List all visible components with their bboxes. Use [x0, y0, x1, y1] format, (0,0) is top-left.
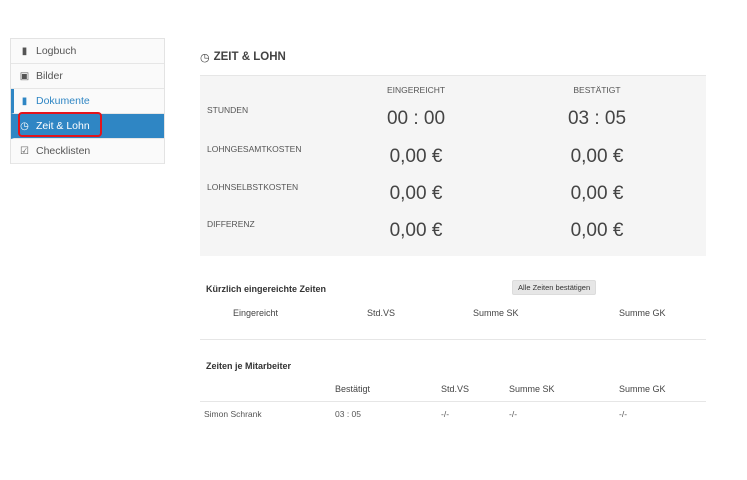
value-differenz-confirmed: 0,00 € — [570, 220, 624, 241]
value-lohngesamtkosten-confirmed: 0,00 € — [570, 146, 624, 167]
sidebar-item-label: Checklisten — [36, 145, 91, 157]
sidebar-item-label: Bilder — [36, 70, 63, 82]
sidebar-item-label: Zeit & Lohn — [36, 120, 90, 132]
employee-std-vs: -/- — [441, 409, 450, 419]
value-stunden-confirmed: 03 : 05 — [567, 108, 627, 129]
value-stunden-submitted: 00 : 00 — [386, 108, 446, 129]
sidebar-item-logbuch[interactable]: ▮ Logbuch — [11, 39, 164, 64]
sidebar-item-zeit-lohn[interactable]: ◷ Zeit & Lohn — [11, 112, 164, 139]
employee-name: Simon Schrank — [204, 409, 262, 419]
page-title-text: ZEIT & LOHN — [213, 51, 286, 63]
employee-header-summe-gk: Summe GK — [619, 384, 666, 394]
confirm-all-button[interactable]: Alle Zeiten bestätigen — [512, 280, 597, 295]
sidebar-item-bilder[interactable]: ▣ Bilder — [11, 64, 164, 89]
sidebar-item-dokumente[interactable]: ▮ Dokumente — [11, 89, 164, 114]
row-label-lohnselbstkosten: LOHNSELBSTKOSTEN — [207, 182, 299, 192]
checkbox-icon: ☑ — [20, 145, 29, 157]
sidebar-item-checklisten[interactable]: ☑ Checklisten — [11, 139, 164, 164]
recent-section-title: Kürzlich eingereichte Zeiten — [206, 284, 327, 294]
column-header-submitted: EINGEREICHT — [386, 85, 446, 95]
file-icon: ▮ — [21, 95, 28, 107]
main-content: ◷ ZEIT & LOHN EINGEREICHT BESTÄTIGT STUN… — [200, 48, 706, 419]
employee-summe-gk: -/- — [619, 409, 628, 419]
clock-icon: ◷ — [200, 51, 210, 64]
recent-header-std-vs: Std.VS — [367, 308, 396, 318]
value-lohnselbstkosten-confirmed: 0,00 € — [570, 183, 624, 204]
clock-icon: ◷ — [20, 120, 29, 132]
sidebar-item-label: Logbuch — [36, 45, 77, 57]
page-title: ◷ ZEIT & LOHN — [200, 48, 706, 66]
table-header-divider — [200, 401, 706, 402]
value-lohnselbstkosten-submitted: 0,00 € — [389, 183, 443, 204]
employee-header-bestaetigt: Bestätigt — [335, 384, 371, 394]
value-differenz-submitted: 0,00 € — [389, 220, 443, 241]
row-label-differenz: DIFFERENZ — [207, 219, 255, 229]
sidebar-item-label: Dokumente — [36, 95, 90, 107]
employee-section-title: Zeiten je Mitarbeiter — [206, 361, 292, 371]
summary-panel: EINGEREICHT BESTÄTIGT STUNDEN 00 : 00 03… — [200, 75, 706, 256]
recent-header-eingereicht: Eingereicht — [233, 308, 279, 318]
row-label-lohngesamtkosten: LOHNGESAMTKOSTEN — [207, 144, 302, 154]
employee-summe-sk: -/- — [509, 409, 518, 419]
sidebar-nav: ▮ Logbuch ▣ Bilder ▮ Dokumente ◷ Zeit & … — [10, 38, 165, 164]
book-icon: ▮ — [21, 45, 28, 57]
section-divider — [200, 339, 706, 340]
employee-header-std-vs: Std.VS — [441, 384, 470, 394]
recent-header-summe-gk: Summe GK — [619, 308, 666, 318]
value-lohngesamtkosten-submitted: 0,00 € — [389, 146, 443, 167]
column-header-confirmed: BESTÄTIGT — [573, 85, 621, 95]
employee-confirmed: 03 : 05 — [335, 409, 361, 419]
row-label-stunden: STUNDEN — [207, 105, 249, 115]
image-icon: ▣ — [19, 70, 30, 82]
employee-header-summe-sk: Summe SK — [509, 384, 555, 394]
recent-header-summe-sk: Summe SK — [473, 308, 519, 318]
